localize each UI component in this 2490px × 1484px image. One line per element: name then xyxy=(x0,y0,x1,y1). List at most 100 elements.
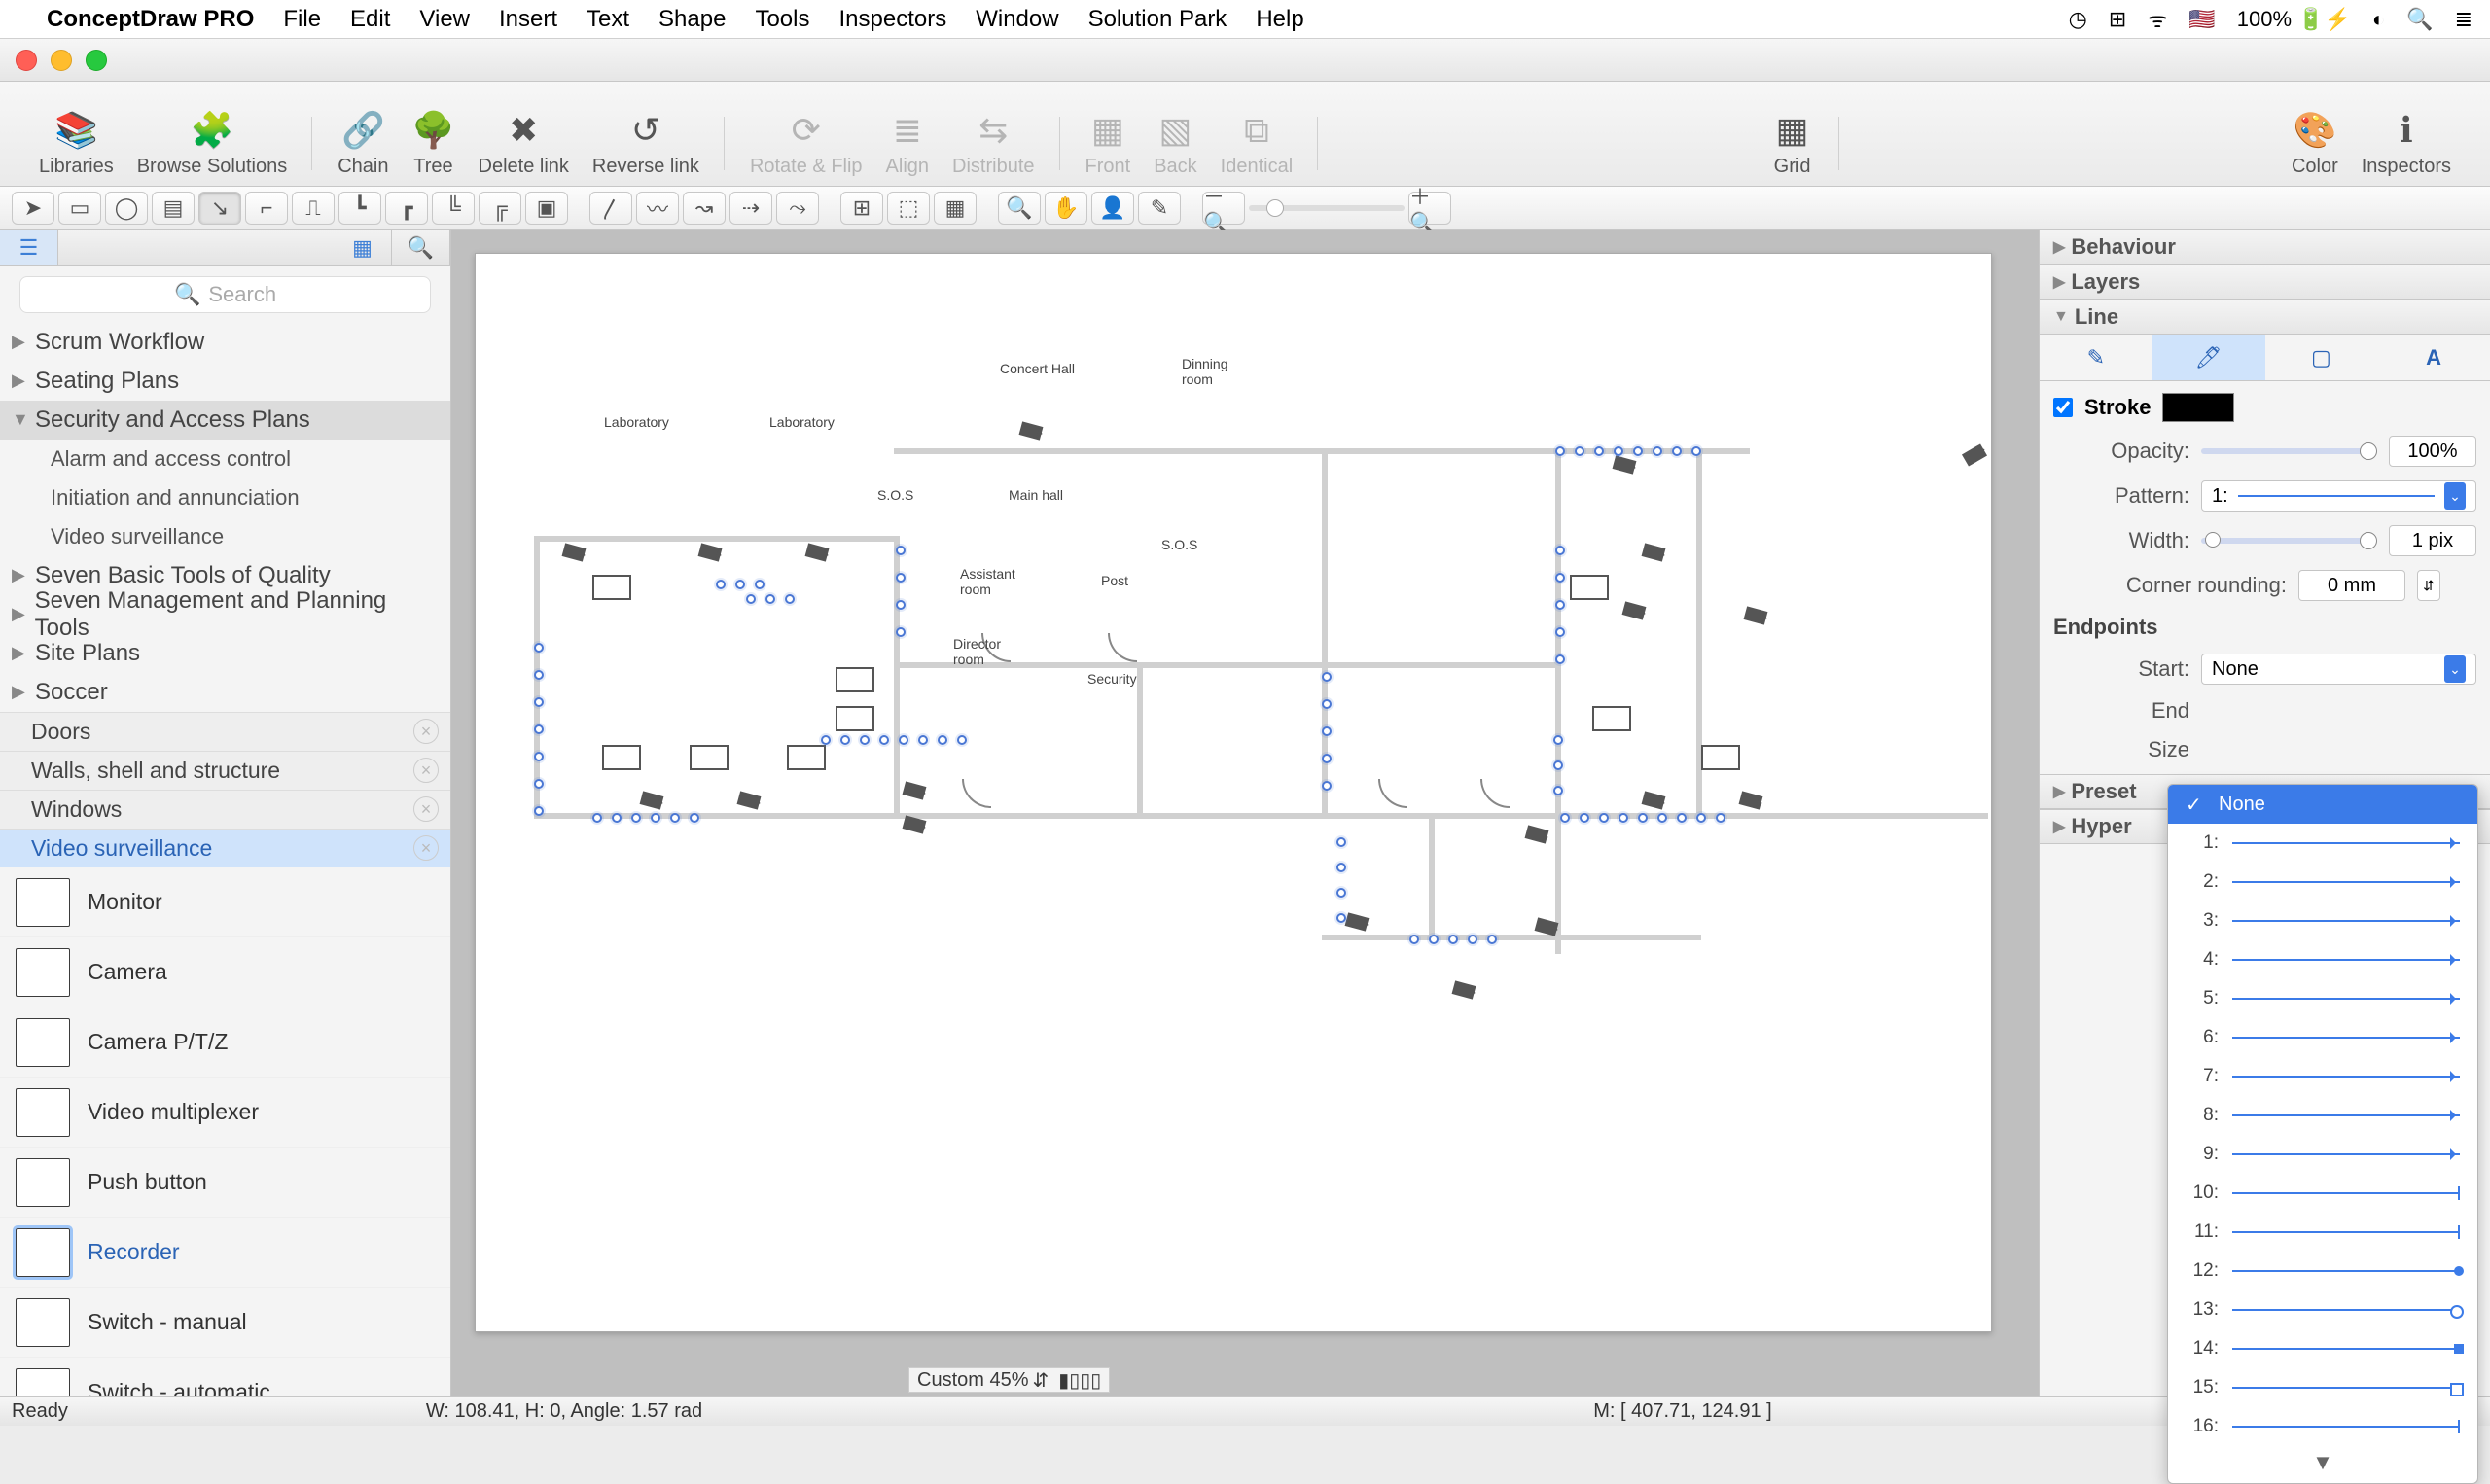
stencil-recorder[interactable]: Recorder xyxy=(0,1218,450,1288)
opacity-value[interactable]: 100% xyxy=(2389,436,2476,467)
tree-seven-management-and-planning-tools[interactable]: ▶Seven Management and Planning Tools xyxy=(0,595,450,634)
pattern-select[interactable]: 1:⌄ xyxy=(2201,480,2476,512)
tree-scrum-workflow[interactable]: ▶Scrum Workflow xyxy=(0,323,450,362)
dropdown-option-1[interactable]: 1: xyxy=(2168,824,2477,863)
toolbar-chain[interactable]: 🔗Chain xyxy=(338,109,388,178)
status-squares-icon[interactable]: ⊞ xyxy=(2109,7,2126,32)
width-slider[interactable] xyxy=(2201,538,2377,544)
toolbar-color[interactable]: 🎨Color xyxy=(2292,109,2338,178)
menu-shape[interactable]: Shape xyxy=(658,6,726,33)
zoom-slider[interactable] xyxy=(1249,205,1405,211)
dropdown-option-11[interactable]: 11: xyxy=(2168,1213,2477,1252)
menu-text[interactable]: Text xyxy=(587,6,629,33)
line-tab-pen[interactable]: ✎ xyxy=(2040,335,2152,380)
dropdown-option-8[interactable]: 8: xyxy=(2168,1096,2477,1135)
menu-inspectors[interactable]: Inspectors xyxy=(838,6,946,33)
dropdown-option-12[interactable]: 12: xyxy=(2168,1252,2477,1290)
connector-tool[interactable]: ↘︎ xyxy=(198,192,241,225)
conn-type-4[interactable]: ┏ xyxy=(385,192,428,225)
left-tab-search[interactable]: 🔍 xyxy=(392,230,450,265)
remove-lib-icon[interactable]: × xyxy=(413,796,439,822)
wifi-icon[interactable]: ᯤ xyxy=(2148,5,2167,34)
menu-list-icon[interactable]: ≣ xyxy=(2455,7,2472,32)
spotlight-icon[interactable]: 🔍 xyxy=(2406,7,2433,32)
dropdown-option-6[interactable]: 6: xyxy=(2168,1018,2477,1057)
curve-1[interactable]: 〳 xyxy=(589,192,632,225)
stroke-color-swatch[interactable] xyxy=(2162,393,2234,422)
menu-tools[interactable]: Tools xyxy=(755,6,809,33)
conn-type-2[interactable]: ⎍ xyxy=(292,192,335,225)
stencil-video-multiplexer[interactable]: Video multiplexer xyxy=(0,1078,450,1148)
flag-icon[interactable]: 🇺🇸 xyxy=(2188,7,2215,32)
line-tab-stroke[interactable]: 🖊︎ xyxy=(2152,335,2265,380)
tree-alarm-and-access-control[interactable]: Alarm and access control xyxy=(0,440,450,478)
start-select[interactable]: None⌄ xyxy=(2201,654,2476,685)
curve-4[interactable]: ⇢ xyxy=(729,192,772,225)
tree-seating-plans[interactable]: ▶Seating Plans xyxy=(0,362,450,401)
minimize-window-button[interactable] xyxy=(51,50,72,71)
width-value[interactable]: 1 pix xyxy=(2389,525,2476,556)
tree-soccer[interactable]: ▶Soccer xyxy=(0,673,450,712)
canvas-area[interactable]: LaboratoryLaboratoryConcert HallDinning … xyxy=(451,230,2039,1396)
remove-lib-icon[interactable]: × xyxy=(413,758,439,783)
dropdown-option-14[interactable]: 14: xyxy=(2168,1329,2477,1368)
remove-lib-icon[interactable]: × xyxy=(413,719,439,744)
dropdown-option-10[interactable]: 10: xyxy=(2168,1174,2477,1213)
curve-3[interactable]: ↝ xyxy=(683,192,726,225)
library-search[interactable]: 🔍 Search xyxy=(19,276,431,313)
zoom-stepper-icon[interactable]: ⇵ xyxy=(1033,1368,1049,1393)
sync-icon[interactable]: ◐ xyxy=(2372,7,2385,32)
stencil-monitor[interactable]: Monitor xyxy=(0,867,450,937)
remove-lib-icon[interactable]: × xyxy=(413,835,439,861)
curve-2[interactable]: 〰︎ xyxy=(636,192,679,225)
tree-walls-shell-and-structure[interactable]: Walls, shell and structure× xyxy=(0,751,450,790)
dropdown-option-9[interactable]: 9: xyxy=(2168,1135,2477,1174)
menu-file[interactable]: File xyxy=(283,6,321,33)
tree-video-surveillance[interactable]: Video surveillance× xyxy=(0,829,450,867)
end-arrow-dropdown[interactable]: ✓None1:2:3:4:5:6:7:8:9:10:11:12:13:14:15… xyxy=(2167,784,2478,1484)
dropdown-option-2[interactable]: 2: xyxy=(2168,863,2477,901)
tree-security-and-access-plans[interactable]: ▼Security and Access Plans xyxy=(0,401,450,440)
ellipse-tool[interactable]: ◯ xyxy=(105,192,148,225)
dropdown-option-none[interactable]: ✓None xyxy=(2168,785,2477,824)
toolbar-tree[interactable]: 🌳Tree xyxy=(412,109,455,178)
conn-type-1[interactable]: ⌐ xyxy=(245,192,288,225)
drawing-page[interactable]: LaboratoryLaboratoryConcert HallDinning … xyxy=(475,253,1992,1332)
section-behaviour[interactable]: ▶Behaviour xyxy=(2040,230,2490,265)
stencil-push-button[interactable]: Push button xyxy=(0,1148,450,1218)
stroke-checkbox[interactable] xyxy=(2053,398,2073,417)
toolbar-grid[interactable]: ▦Grid xyxy=(1771,109,1814,178)
snap-1[interactable]: ⊞ xyxy=(840,192,883,225)
toolbar-inspectors[interactable]: ℹ︎Inspectors xyxy=(2362,109,2451,178)
rect-tool[interactable]: ▭ xyxy=(58,192,101,225)
tree-initiation-and-annunciation[interactable]: Initiation and annunciation xyxy=(0,478,450,517)
dropdown-option-15[interactable]: 15: xyxy=(2168,1368,2477,1407)
menu-insert[interactable]: Insert xyxy=(499,6,557,33)
section-line[interactable]: ▼Line xyxy=(2040,300,2490,335)
conn-type-7[interactable]: ▣ xyxy=(525,192,568,225)
tree-video-surveillance[interactable]: Video surveillance xyxy=(0,517,450,556)
toolbar-reverse-link[interactable]: ↺Reverse link xyxy=(592,109,699,178)
stencil-switch-automatic[interactable]: Switch - automatic xyxy=(0,1358,450,1396)
toolbar-libraries[interactable]: 📚Libraries xyxy=(39,109,114,178)
tree-windows[interactable]: Windows× xyxy=(0,790,450,829)
corner-value[interactable]: 0 mm xyxy=(2298,570,2405,601)
section-layers[interactable]: ▶Layers xyxy=(2040,265,2490,300)
line-tab-fill[interactable]: ▢ xyxy=(2265,335,2378,380)
snap-3[interactable]: ▦ xyxy=(934,192,977,225)
tree-doors[interactable]: Doors× xyxy=(0,712,450,751)
line-tab-text[interactable]: A xyxy=(2377,335,2490,380)
traffic-lights[interactable] xyxy=(16,50,107,71)
menu-view[interactable]: View xyxy=(419,6,470,33)
stencil-switch-manual[interactable]: Switch - manual xyxy=(0,1288,450,1358)
toolbar-browse-solutions[interactable]: 🧩Browse Solutions xyxy=(137,109,288,178)
close-window-button[interactable] xyxy=(16,50,37,71)
dropdown-option-13[interactable]: 13: xyxy=(2168,1290,2477,1329)
dropdown-option-3[interactable]: 3: xyxy=(2168,901,2477,940)
corner-stepper[interactable]: ⇵ xyxy=(2417,570,2440,601)
dropdown-option-5[interactable]: 5: xyxy=(2168,979,2477,1018)
left-tab-grid[interactable]: ▦ xyxy=(334,230,392,265)
status-clock-icon[interactable]: ◷ xyxy=(2069,7,2087,32)
conn-type-3[interactable]: ┗ xyxy=(338,192,381,225)
text-tool[interactable]: ▤ xyxy=(152,192,195,225)
